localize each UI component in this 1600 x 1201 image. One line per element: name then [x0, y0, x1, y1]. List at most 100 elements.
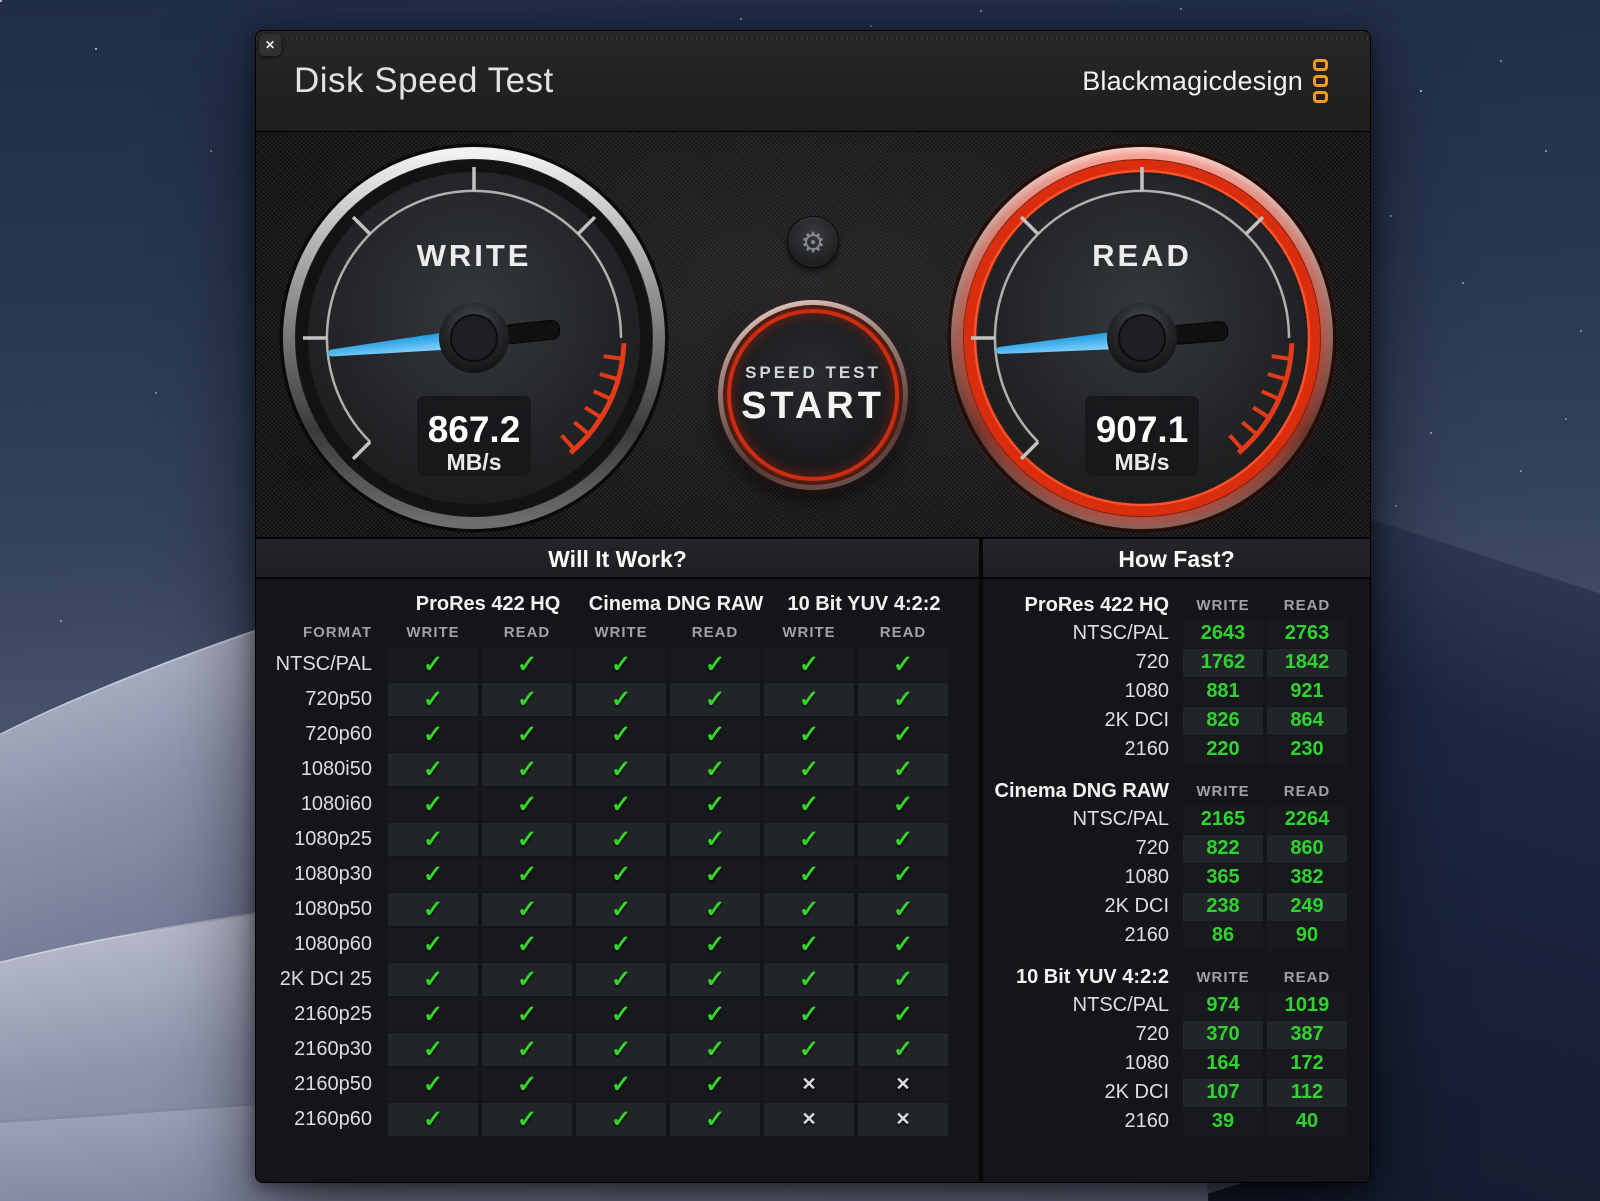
start-button[interactable]: SPEED TEST START	[718, 300, 908, 490]
result-cell: ✕	[858, 1103, 948, 1136]
result-cell: ✓	[482, 1068, 572, 1101]
group-header: ProRes 422 HQ	[394, 593, 582, 616]
column-header: READ	[480, 624, 574, 641]
format-row: 2160p25✓✓✓✓✓✓	[256, 997, 979, 1032]
result-cell: ✓	[670, 753, 760, 786]
check-icon: ✓	[423, 650, 443, 679]
check-icon: ✓	[611, 720, 631, 749]
speed-row: 21608690	[987, 921, 1370, 950]
result-cell: ✓	[764, 788, 854, 821]
column-header: WRITE	[1181, 969, 1265, 986]
speed-row: NTSC/PAL26432763	[987, 619, 1370, 648]
read-speed-value: 230	[1267, 736, 1347, 764]
result-cell: ✓	[670, 648, 760, 681]
check-icon: ✓	[517, 720, 537, 749]
result-cell: ✓	[764, 718, 854, 751]
result-cell: ✓	[388, 788, 478, 821]
check-icon: ✓	[423, 790, 443, 819]
write-speed-value: 164	[1183, 1050, 1263, 1078]
will-it-work-title: Will It Work?	[256, 539, 979, 579]
group-header: 10 Bit YUV 4:2:2	[770, 593, 958, 616]
result-cell: ✓	[388, 1103, 478, 1136]
format-row: 1080i50✓✓✓✓✓✓	[256, 752, 979, 787]
check-icon: ✓	[705, 930, 725, 959]
result-cell: ✕	[764, 1103, 854, 1136]
result-cell: ✓	[482, 928, 572, 961]
write-speed-value: 370	[1183, 1021, 1263, 1049]
result-cell: ✓	[576, 753, 666, 786]
how-fast-section: ProRes 422 HQWRITEREADNTSC/PAL2643276372…	[987, 591, 1370, 764]
result-cell: ✓	[388, 648, 478, 681]
result-cell: ✓	[576, 998, 666, 1031]
check-icon: ✓	[799, 860, 819, 889]
check-icon: ✓	[423, 930, 443, 959]
format-label: 1080	[987, 680, 1181, 703]
result-cell: ✓	[482, 1103, 572, 1136]
speed-row: 1080881921	[987, 677, 1370, 706]
check-icon: ✓	[893, 825, 913, 854]
disk-speed-test-window: ✕ Disk Speed Test Blackmagicdesign	[255, 30, 1371, 1183]
close-button[interactable]: ✕	[259, 34, 281, 56]
brand-text: Blackmagicdesign	[1082, 66, 1303, 97]
format-label: 2K DCI	[987, 709, 1181, 732]
how-fast-section: Cinema DNG RAWWRITEREADNTSC/PAL216522647…	[987, 777, 1370, 950]
format-label: NTSC/PAL	[987, 994, 1181, 1017]
check-icon: ✓	[423, 1035, 443, 1064]
check-icon: ✓	[517, 790, 537, 819]
result-cell: ✓	[482, 753, 572, 786]
check-icon: ✓	[705, 1000, 725, 1029]
format-label: NTSC/PAL	[987, 808, 1181, 831]
result-cell: ✓	[388, 683, 478, 716]
result-cell: ✓	[388, 753, 478, 786]
check-icon: ✓	[611, 895, 631, 924]
result-cell: ✓	[670, 718, 760, 751]
check-icon: ✓	[893, 790, 913, 819]
codec-header: Cinema DNG RAW	[987, 780, 1181, 803]
format-row: 2K DCI 25✓✓✓✓✓✓	[256, 962, 979, 997]
gear-icon: ⚙	[800, 226, 825, 259]
check-icon: ✓	[799, 825, 819, 854]
blackmagic-logo-icon	[1313, 59, 1328, 103]
check-icon: ✓	[705, 685, 725, 714]
column-header: READ	[856, 624, 950, 641]
result-cell: ✓	[670, 963, 760, 996]
will-it-work-panel: Will It Work? ProRes 422 HQ Cinema DNG R…	[256, 539, 979, 1183]
format-label: 1080	[987, 866, 1181, 889]
result-cell: ✓	[576, 893, 666, 926]
will-it-work-column-headers: FORMAT WRITE READ WRITE READ WRITE READ	[256, 616, 979, 647]
format-label: 720	[987, 837, 1181, 860]
result-cell: ✓	[388, 893, 478, 926]
result-cell: ✓	[858, 1033, 948, 1066]
result-cell: ✓	[858, 963, 948, 996]
result-cell: ✓	[670, 683, 760, 716]
check-icon: ✓	[611, 755, 631, 784]
read-speed-value: 860	[1267, 835, 1347, 863]
check-icon: ✓	[893, 650, 913, 679]
check-icon: ✓	[799, 755, 819, 784]
result-cell: ✓	[576, 788, 666, 821]
result-cell: ✓	[858, 718, 948, 751]
format-label: 1080p25	[264, 828, 386, 851]
check-icon: ✓	[423, 895, 443, 924]
result-cell: ✓	[670, 928, 760, 961]
write-speed-value: 974	[1183, 992, 1263, 1020]
result-cell: ✓	[858, 648, 948, 681]
column-header: WRITE	[386, 624, 480, 641]
gauge-write-value: 867.2	[428, 409, 521, 450]
format-label: 2K DCI	[987, 895, 1181, 918]
check-icon: ✓	[705, 720, 725, 749]
check-icon: ✓	[611, 1000, 631, 1029]
group-header: Cinema DNG RAW	[582, 593, 770, 616]
result-cell: ✓	[482, 998, 572, 1031]
speed-row: NTSC/PAL9741019	[987, 991, 1370, 1020]
titlebar: Disk Speed Test Blackmagicdesign	[256, 31, 1370, 131]
settings-button[interactable]: ⚙	[787, 216, 839, 268]
format-label: 720	[987, 1023, 1181, 1046]
check-icon: ✓	[705, 790, 725, 819]
result-cell: ✓	[764, 963, 854, 996]
read-speed-value: 864	[1267, 707, 1347, 735]
check-icon: ✓	[611, 965, 631, 994]
check-icon: ✓	[705, 895, 725, 924]
result-cell: ✓	[576, 823, 666, 856]
column-header: WRITE	[1181, 597, 1265, 614]
